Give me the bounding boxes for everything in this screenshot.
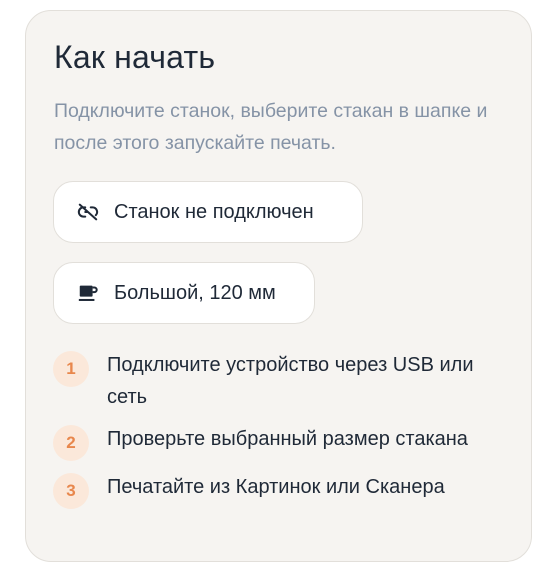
steps-list: 1 Подключите устройство через USB или се… [53, 349, 513, 519]
machine-status-button[interactable]: Станок не подключен [53, 181, 363, 243]
card-title: Как начать [54, 39, 216, 75]
cup-size-button[interactable]: Большой, 120 мм [53, 262, 315, 324]
cup-size-label: Большой, 120 мм [114, 281, 276, 304]
list-item: 3 Печатайте из Картинок или Сканера [53, 471, 513, 509]
coffee-cup-icon [76, 281, 100, 305]
getting-started-card: Как начать Подключите станок, выберите с… [25, 10, 532, 562]
machine-status-label: Станок не подключен [114, 200, 314, 223]
list-item: 2 Проверьте выбранный размер стакана [53, 423, 513, 461]
list-item: 1 Подключите устройство через USB или се… [53, 349, 513, 413]
link-off-icon [76, 200, 100, 224]
step-text: Печатайте из Картинок или Сканера [107, 476, 445, 498]
step-number-badge: 1 [53, 351, 89, 387]
step-number-badge: 3 [53, 473, 89, 509]
card-subtitle: Подключите станок, выберите стакан в шап… [54, 100, 488, 154]
step-number-badge: 2 [53, 425, 89, 461]
step-text: Проверьте выбранный размер стакана [107, 428, 468, 450]
step-text: Подключите устройство через USB или сеть [107, 354, 474, 408]
